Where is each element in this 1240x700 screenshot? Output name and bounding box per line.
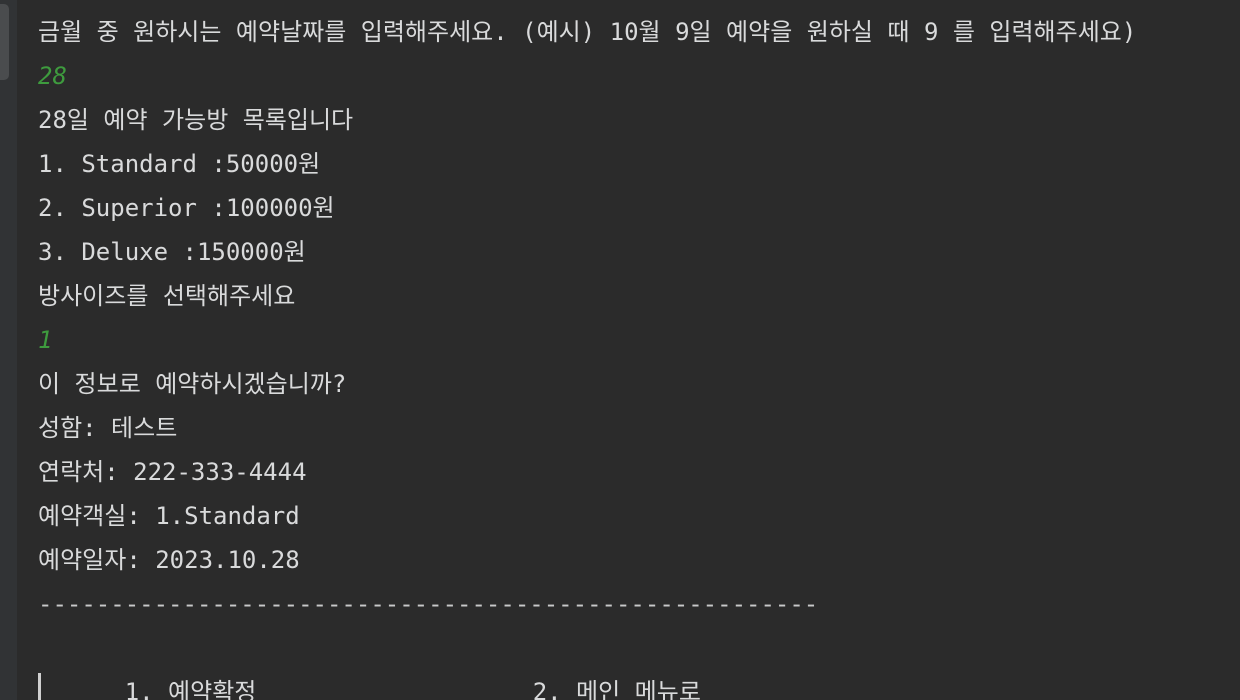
- reservation-date-line: 예약일자: 2023.10.28: [38, 546, 300, 574]
- input-caret[interactable]: [38, 673, 41, 700]
- console-gutter: [0, 0, 17, 700]
- room-option-superior: 2. Superior :100000원: [38, 194, 335, 222]
- scrollbar-thumb[interactable]: [0, 4, 9, 80]
- available-rooms-heading: 28일 예약 가능방 목록입니다: [38, 106, 354, 134]
- user-input-date: 28: [38, 62, 67, 90]
- user-input-room: 1: [38, 326, 53, 354]
- menu-option-confirm: 1. 예약확정: [124, 678, 257, 700]
- confirm-question: 이 정보로 예약하시겠습니까?: [38, 370, 347, 398]
- reserved-room-line: 예약객실: 1.Standard: [38, 502, 300, 530]
- guest-name-line: 성함: 테스트: [38, 414, 178, 442]
- menu-options-line: 1. 예약확정 2. 메인 메뉴로: [38, 626, 1240, 700]
- console-output: 금월 중 원하시는 예약날짜를 입력해주세요. (예시) 10월 9일 예약을 …: [38, 10, 1240, 700]
- run-console[interactable]: 금월 중 원하시는 예약날짜를 입력해주세요. (예시) 10월 9일 예약을 …: [0, 0, 1240, 700]
- room-option-standard: 1. Standard :50000원: [38, 150, 321, 178]
- separator-line: ----------------------------------------…: [38, 590, 819, 618]
- menu-option-main-menu: 2. 메인 메뉴로: [532, 678, 701, 700]
- room-size-prompt: 방사이즈를 선택해주세요: [38, 282, 296, 310]
- room-option-deluxe: 3. Deluxe :150000원: [38, 238, 306, 266]
- date-prompt-line: 금월 중 원하시는 예약날짜를 입력해주세요. (예시) 10월 9일 예약을 …: [38, 18, 1137, 46]
- contact-line: 연락처: 222-333-4444: [38, 458, 307, 486]
